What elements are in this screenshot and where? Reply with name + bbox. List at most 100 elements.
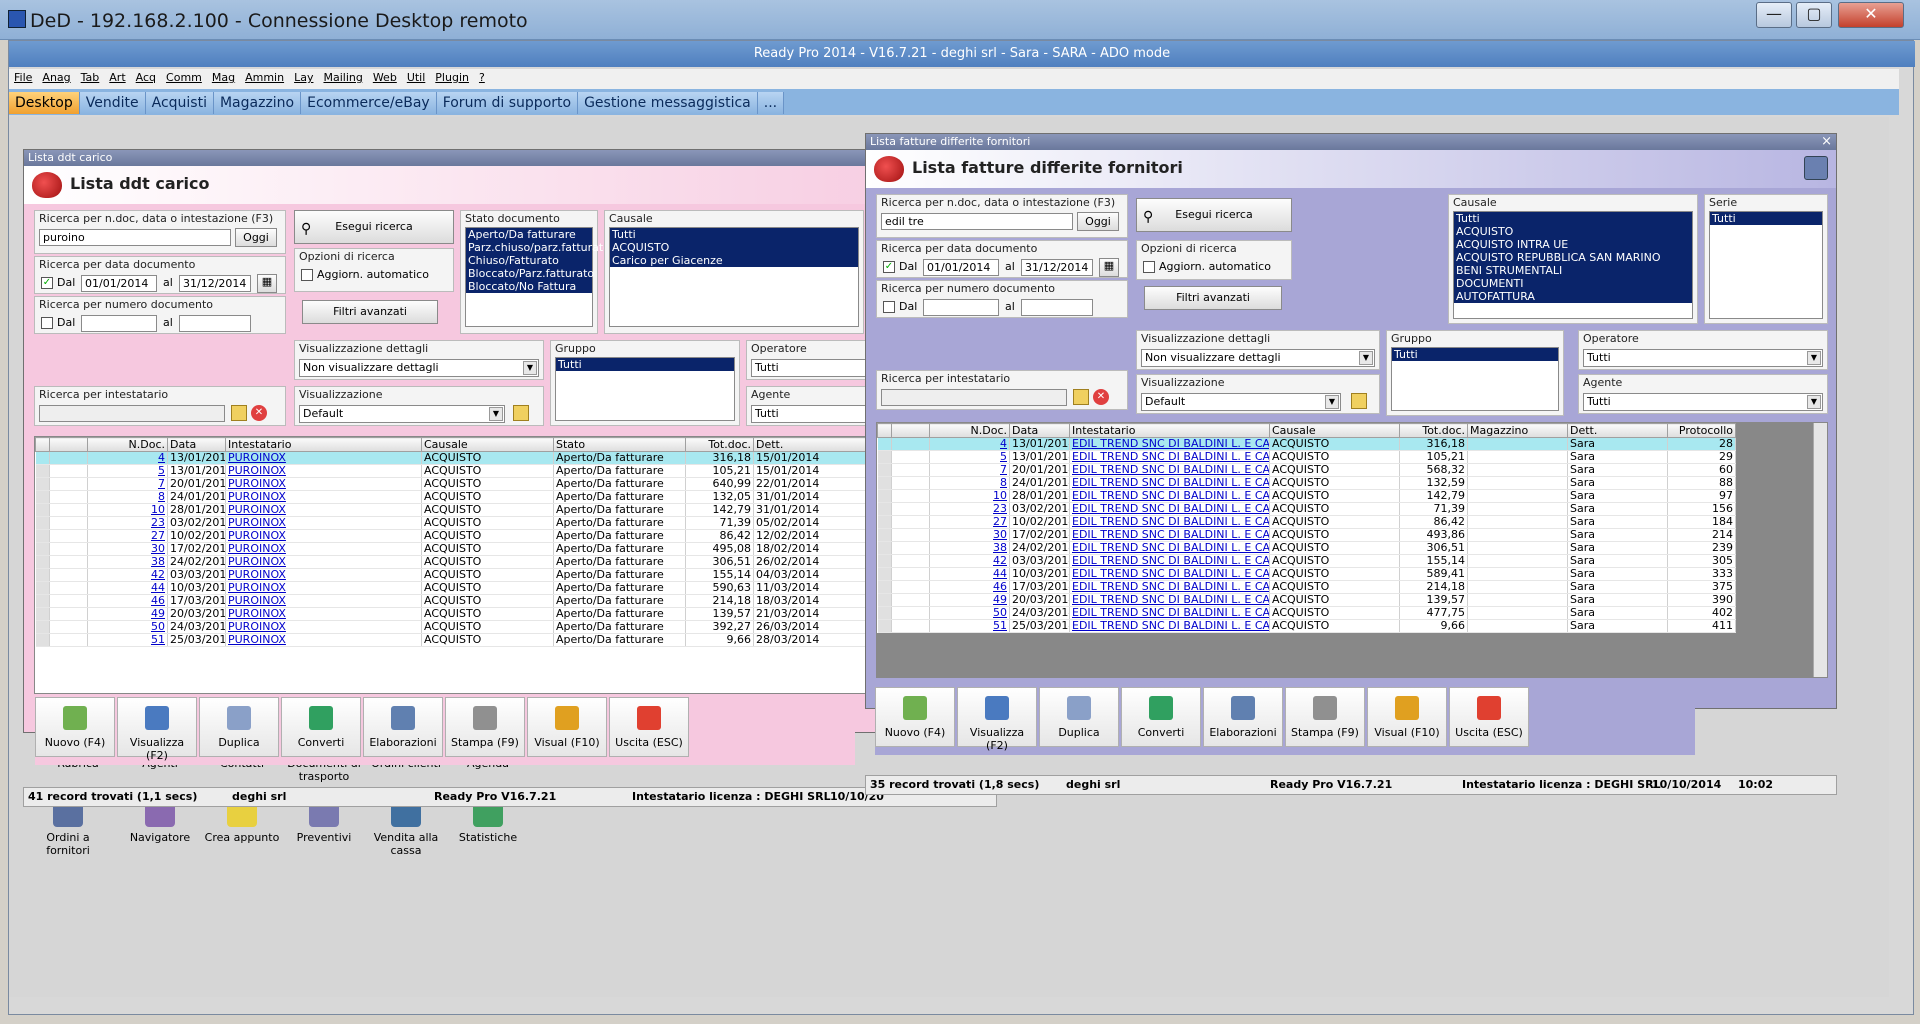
fatt-operatore-combo[interactable]: Tutti ▼ xyxy=(1583,349,1823,367)
fatt-cell[interactable]: 5 xyxy=(929,450,1010,464)
fatt-date-to[interactable]: 31/12/2014 xyxy=(1021,259,1093,276)
fatt-cell[interactable]: 7 xyxy=(929,463,1010,477)
ddt-tool-button-4[interactable]: Elaborazioni xyxy=(363,697,443,757)
fatt-col-header[interactable]: Intestatario xyxy=(1069,423,1270,438)
fatt-cell[interactable]: EDIL TREND SNC DI BALDINI L. E CAT... xyxy=(1069,593,1270,607)
fatt-causale-item[interactable]: DOCUMENTI xyxy=(1454,277,1692,290)
ddt-tool-button-1[interactable]: Visualizza (F2) xyxy=(117,697,197,762)
fatt-cell[interactable]: EDIL TREND SNC DI BALDINI L. E CAT... xyxy=(1069,463,1270,477)
ddt-table-row[interactable]: 1028/01/2014PUROINOXACQUISTOAperto/Da fa… xyxy=(35,503,981,517)
fatt-causale-item[interactable]: BENI STRUMENTALI xyxy=(1454,264,1692,277)
fatt-table-row[interactable]: 44 10/03/2014 EDIL TREND SNC DI BALDINI L.… xyxy=(877,567,1736,581)
fatt-tool-button-0[interactable]: Nuovo (F4) xyxy=(875,687,955,747)
folder-icon[interactable] xyxy=(513,405,529,421)
fatt-table-row[interactable]: 50 24/03/2014 EDIL TREND SNC DI BALDINI L.… xyxy=(877,606,1736,620)
fatt-date-from[interactable]: 01/01/2014 xyxy=(923,259,999,276)
menu-item-mag[interactable]: Mag xyxy=(207,69,240,86)
tab-3[interactable]: Magazzino xyxy=(213,92,302,114)
ddt-cell[interactable]: 46 xyxy=(87,594,168,608)
fatt-num-checkbox[interactable] xyxy=(883,301,895,313)
fatt-cell[interactable]: 50 xyxy=(929,606,1010,620)
ddt-causale-item[interactable]: Carico per Giacenze xyxy=(610,254,858,267)
ddt-cell[interactable]: 10 xyxy=(87,503,168,517)
fatt-cell[interactable]: EDIL TREND SNC DI BALDINI L. E CAT... xyxy=(1069,437,1270,451)
ddt-intest-input[interactable] xyxy=(39,405,225,422)
clear-icon[interactable]: ✕ xyxy=(1093,389,1109,405)
ddt-cell[interactable]: 42 xyxy=(87,568,168,582)
fatt-cell[interactable]: EDIL TREND SNC DI BALDINI L. E CAT... xyxy=(1069,541,1270,555)
ddt-search-input[interactable]: puroino xyxy=(39,229,231,246)
folder-icon[interactable] xyxy=(231,405,247,421)
fatt-cell[interactable]: 27 xyxy=(929,515,1010,529)
fatt-tool-button-7[interactable]: Uscita (ESC) xyxy=(1449,687,1529,747)
ddt-col-header[interactable]: Dett. xyxy=(753,437,882,452)
ddt-table-row[interactable]: 3824/02/2014PUROINOXACQUISTOAperto/Da fa… xyxy=(35,555,981,569)
fatt-table-row[interactable]: 38 24/02/2014 EDIL TREND SNC DI BALDINI L.… xyxy=(877,541,1736,555)
ddt-table-row[interactable]: 824/01/2014PUROINOXACQUISTOAperto/Da fat… xyxy=(35,490,981,504)
fatt-cell[interactable]: 30 xyxy=(929,528,1010,542)
fatt-table-row[interactable]: 42 03/03/2014 EDIL TREND SNC DI BALDINI L.… xyxy=(877,554,1736,568)
fatt-tool-button-3[interactable]: Converti xyxy=(1121,687,1201,747)
ddt-table-row[interactable]: 2710/02/2014PUROINOXACQUISTOAperto/Da fa… xyxy=(35,529,981,543)
fatt-table-row[interactable]: 49 20/03/2014 EDIL TREND SNC DI BALDINI L.… xyxy=(877,593,1736,607)
fatt-cell[interactable]: EDIL TREND SNC DI BALDINI L. E CAT... xyxy=(1069,489,1270,503)
ddt-cell[interactable]: PUROINOX xyxy=(225,529,422,543)
fatt-cell[interactable]: EDIL TREND SNC DI BALDINI L. E CAT... xyxy=(1069,528,1270,542)
fatt-cell[interactable]: EDIL TREND SNC DI BALDINI L. E CAT... xyxy=(1069,476,1270,490)
ddt-table-row[interactable]: 5024/03/2014PUROINOXACQUISTOAperto/Da fa… xyxy=(35,620,981,634)
ddt-esegui-button[interactable]: ⚲ Esegui ricerca xyxy=(294,210,454,244)
fatt-cell[interactable]: 4 xyxy=(929,437,1010,451)
fatt-tool-button-4[interactable]: Elaborazioni xyxy=(1203,687,1283,747)
ddt-cell[interactable]: PUROINOX xyxy=(225,594,422,608)
ddt-causale-item[interactable]: Tutti xyxy=(610,228,858,241)
fatt-tool-button-2[interactable]: Duplica xyxy=(1039,687,1119,747)
fatt-col-header[interactable]: Magazzino xyxy=(1467,423,1568,438)
ddt-table-row[interactable]: 720/01/2014PUROINOXACQUISTOAperto/Da fat… xyxy=(35,477,981,491)
fatt-cell[interactable]: 46 xyxy=(929,580,1010,594)
fatt-table-row[interactable]: 23 03/02/2014 EDIL TREND SNC DI BALDINI L.… xyxy=(877,502,1736,516)
ddt-col-header[interactable]: Tot.doc. xyxy=(685,437,754,452)
fatt-cell[interactable]: 44 xyxy=(929,567,1010,581)
menu-item-acq[interactable]: Acq xyxy=(131,69,161,86)
fatt-cell[interactable]: 10 xyxy=(929,489,1010,503)
ddt-cell[interactable]: 4 xyxy=(87,451,168,465)
ddt-cell[interactable]: 51 xyxy=(87,633,168,647)
fatt-auto-checkbox[interactable] xyxy=(1143,261,1155,273)
ddt-tool-button-3[interactable]: Converti xyxy=(281,697,361,757)
tab-0[interactable]: Desktop xyxy=(9,92,80,114)
ddt-cell[interactable]: PUROINOX xyxy=(225,490,422,504)
ddt-cell[interactable]: 23 xyxy=(87,516,168,530)
ddt-table-row[interactable]: 513/01/2014PUROINOXACQUISTOAperto/Da fat… xyxy=(35,464,981,478)
ddt-tool-button-5[interactable]: Stampa (F9) xyxy=(445,697,525,757)
rdp-maximize-button[interactable]: ▢ xyxy=(1796,2,1832,28)
tab-1[interactable]: Vendite xyxy=(79,92,146,114)
ddt-stato-item[interactable]: Bloccato/Parz.fatturato xyxy=(466,267,594,280)
fatt-table-row[interactable]: 46 17/03/2014 EDIL TREND SNC DI BALDINI L.… xyxy=(877,580,1736,594)
ddt-stato-item[interactable]: Aperto/Da fatturare xyxy=(466,228,592,241)
ddt-num-from[interactable] xyxy=(81,315,157,332)
fatt-scrollbar[interactable] xyxy=(1813,423,1827,677)
fatt-col-header[interactable]: Dett. xyxy=(1567,423,1668,438)
tab-2[interactable]: Acquisti xyxy=(145,92,214,114)
fatt-vis-combo[interactable]: Default ▼ xyxy=(1141,393,1341,411)
menu-item-art[interactable]: Art xyxy=(104,69,130,86)
fatt-cell[interactable]: 51 xyxy=(929,619,1010,633)
ddt-date-to[interactable]: 31/12/2014 xyxy=(179,275,251,292)
ddt-stato-item[interactable]: Bloccato/No Fattura xyxy=(466,280,592,293)
fatt-cell[interactable]: 8 xyxy=(929,476,1010,490)
clear-icon[interactable]: ✕ xyxy=(251,405,267,421)
ddt-cell[interactable]: 44 xyxy=(87,581,168,595)
tab-5[interactable]: Forum di supporto xyxy=(436,92,579,114)
ddt-cell[interactable]: PUROINOX xyxy=(225,451,422,465)
tab-4[interactable]: Ecommerce/eBay xyxy=(301,92,437,114)
menu-item-lay[interactable]: Lay xyxy=(289,69,318,86)
fatt-cell[interactable]: EDIL TREND SNC DI BALDINI L. E CAT... xyxy=(1069,554,1270,568)
ddt-cell[interactable]: 38 xyxy=(87,555,168,569)
ddt-table-row[interactable]: 5125/03/2014PUROINOXACQUISTOAperto/Da fa… xyxy=(35,633,981,647)
fatt-table-row[interactable]: 5 13/01/2014 EDIL TREND SNC DI BALDINI L. … xyxy=(877,450,1736,464)
fatt-causale-item[interactable]: ACQUISTO INTRA UE xyxy=(1454,238,1692,251)
fatt-num-to[interactable] xyxy=(1021,299,1093,316)
fatt-causale-list[interactable]: Tutti ACQUISTO ACQUISTO INTRA UE ACQUISTO R… xyxy=(1453,211,1693,319)
fatt-col-header[interactable]: Data xyxy=(1009,423,1070,438)
ddt-cell[interactable]: PUROINOX xyxy=(225,516,422,530)
